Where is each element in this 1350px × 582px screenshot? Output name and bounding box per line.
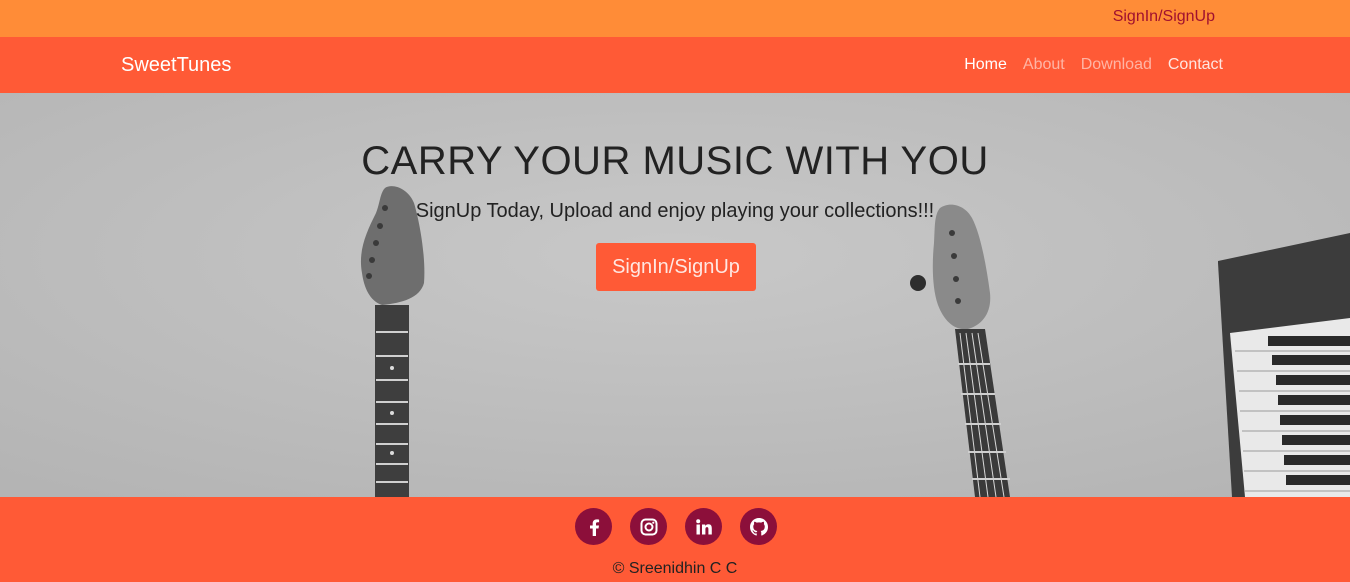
social-links — [575, 508, 777, 545]
brand-logo[interactable]: SweetTunes — [121, 54, 231, 77]
nav-contact[interactable]: Contact — [1168, 56, 1223, 74]
hero-subtitle: SignUp Today, Upload and enjoy playing y… — [415, 200, 935, 222]
copyright-text: © Sreenidhin C C — [612, 560, 738, 577]
nav-home[interactable]: Home — [964, 56, 1007, 74]
hero-signin-button[interactable]: SignIn/SignUp — [596, 243, 756, 291]
navbar: SweetTunes Home About Download Contact — [0, 37, 1350, 93]
hero-section: CARRY YOUR MUSIC WITH YOU SignUp Today, … — [0, 93, 1350, 497]
github-icon[interactable] — [740, 508, 777, 545]
facebook-icon[interactable] — [575, 508, 612, 545]
footer: © Sreenidhin C C — [0, 497, 1350, 582]
top-signin-link[interactable]: SignIn/SignUp — [1113, 8, 1215, 26]
instagram-icon[interactable] — [630, 508, 667, 545]
linkedin-icon[interactable] — [685, 508, 722, 545]
top-bar: SignIn/SignUp — [0, 0, 1350, 37]
hero-title: CARRY YOUR MUSIC WITH YOU — [361, 139, 989, 183]
nav-about[interactable]: About — [1023, 56, 1065, 74]
nav-links: Home About Download Contact — [964, 56, 1223, 74]
nav-download[interactable]: Download — [1081, 56, 1152, 74]
keyboard-illustration — [1218, 233, 1350, 497]
